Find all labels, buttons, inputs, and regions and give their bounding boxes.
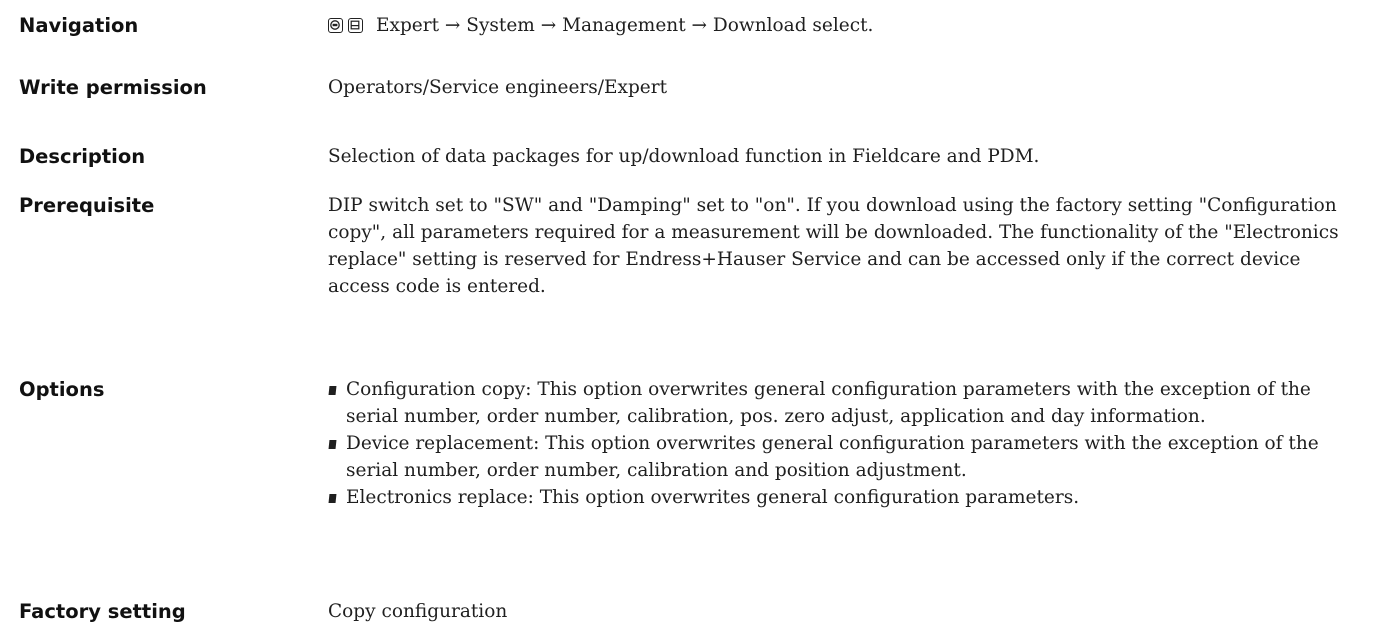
prerequisite-label: Prerequisite — [19, 194, 155, 217]
options-list: Configuration copy: This option overwrit… — [328, 376, 1350, 511]
navigation-label: Navigation — [19, 14, 139, 37]
bullet-icon — [328, 440, 337, 449]
navigation-content: Expert → System → Management → Download … — [328, 12, 1358, 39]
option-item: Configuration copy: This option overwrit… — [328, 376, 1350, 430]
write-permission-value: Operators/Service engineers/Expert — [328, 77, 668, 98]
option-text: Electronics replace: This option overwri… — [346, 487, 1080, 508]
factory-setting-value: Copy configuration — [328, 601, 508, 622]
bullet-icon — [328, 386, 337, 395]
factory-setting-label: Factory setting — [19, 600, 186, 623]
display-menu-icon — [348, 18, 363, 33]
option-text: Configuration copy: This option overwrit… — [346, 379, 1311, 427]
display-operation-icon — [328, 18, 343, 33]
options-label: Options — [19, 378, 105, 401]
option-item: Device replacement: This option overwrit… — [328, 430, 1350, 484]
navigation-path: Expert → System → Management → Download … — [376, 15, 874, 36]
write-permission-label: Write permission — [19, 76, 207, 99]
description-value: Selection of data packages for up/downlo… — [328, 146, 1040, 167]
option-item: Electronics replace: This option overwri… — [328, 484, 1350, 511]
option-text: Device replacement: This option overwrit… — [346, 433, 1319, 481]
prerequisite-value: DIP switch set to "SW" and "Damping" set… — [328, 195, 1339, 297]
description-label: Description — [19, 145, 146, 168]
bullet-icon — [328, 494, 337, 503]
options-content: Configuration copy: This option overwrit… — [328, 376, 1350, 511]
